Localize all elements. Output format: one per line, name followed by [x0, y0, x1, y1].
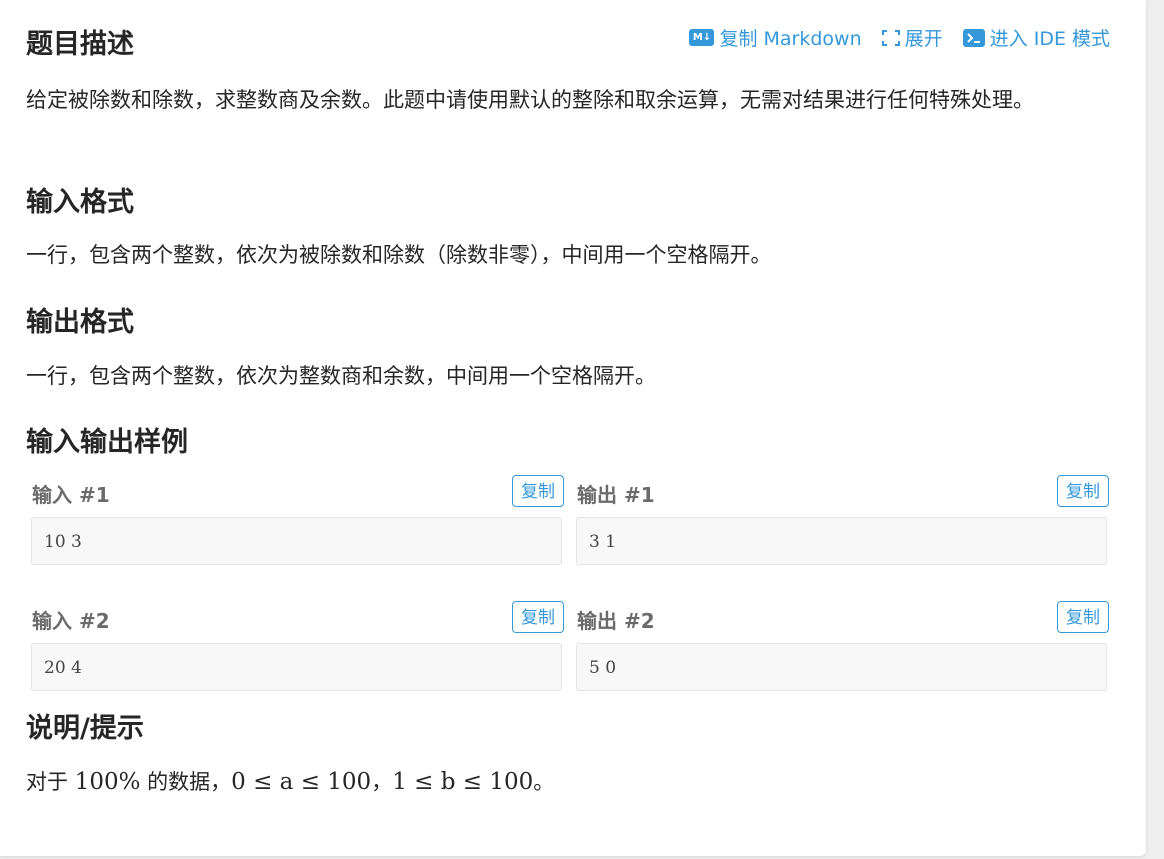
problem-toolbar: M↓ 复制 Markdown 展开 进入 IDE 模式 [689, 24, 1110, 51]
terminal-icon [962, 28, 985, 47]
description-text: 给定被除数和除数，求整数商及余数。此题中请使用默认的整除和取余运算，无需对结果进… [26, 88, 1034, 112]
hint-mid: 的数据， [147, 770, 232, 794]
hint-percent: 100% [74, 769, 141, 795]
hint-prefix: 对于 [26, 770, 68, 794]
hint-title: 说明/提示 [26, 713, 144, 744]
sample-output-value[interactable]: 5 0 [576, 643, 1107, 691]
problem-card: 题目描述 M↓ 复制 Markdown 展开 进入 IDE 模式 给定被除数和除… [0, 0, 1146, 856]
copy-output-2-button[interactable]: 复制 [1057, 601, 1109, 633]
copy-input-2-button[interactable]: 复制 [512, 601, 564, 633]
sample-input-label: 输入 #1 [32, 483, 110, 507]
output-format-title: 输出格式 [26, 307, 134, 338]
hint-condition-a: 0 ≤ a ≤ 100 [231, 769, 372, 795]
copy-output-1-button[interactable]: 复制 [1057, 475, 1109, 507]
copy-markdown-button[interactable]: M↓ 复制 Markdown [689, 24, 862, 51]
samples-title: 输入输出样例 [26, 427, 188, 458]
input-format-title: 输入格式 [26, 187, 134, 218]
sample-output-label: 输出 #1 [577, 483, 655, 507]
hint-condition-b: 1 ≤ b ≤ 100 [392, 769, 534, 795]
ide-mode-label: 进入 IDE 模式 [989, 28, 1110, 50]
description-title: 题目描述 [26, 29, 134, 60]
sample-output-label: 输出 #2 [577, 609, 655, 633]
ide-mode-button[interactable]: 进入 IDE 模式 [962, 24, 1110, 51]
sample-input-2: 输入 #2 复制 20 4 [31, 601, 564, 691]
expand-label: 展开 [904, 28, 943, 50]
input-format-text: 一行，包含两个整数，依次为被除数和除数（除数非零），中间用一个空格隔开。 [26, 243, 772, 267]
sample-input-1: 输入 #1 复制 10 3 [31, 475, 564, 565]
sample-input-value[interactable]: 10 3 [31, 517, 562, 565]
expand-button[interactable]: 展开 [881, 24, 943, 51]
sample-input-label: 输入 #2 [32, 609, 110, 633]
copy-input-1-button[interactable]: 复制 [512, 475, 564, 507]
hint-separator: ， [371, 770, 393, 794]
sample-output-value[interactable]: 3 1 [576, 517, 1107, 565]
copy-markdown-label: 复制 Markdown [719, 28, 862, 50]
expand-icon [881, 29, 900, 46]
markdown-icon: M↓ [689, 29, 715, 46]
sample-output-1: 输出 #1 复制 3 1 [576, 475, 1109, 565]
sample-input-value[interactable]: 20 4 [31, 643, 562, 691]
output-format-text: 一行，包含两个整数，依次为整数商和余数，中间用一个空格隔开。 [26, 364, 656, 388]
hint-end: 。 [533, 770, 555, 794]
hint-text: 对于 100% 的数据，0 ≤ a ≤ 100，1 ≤ b ≤ 100。 [26, 765, 1110, 800]
sample-output-2: 输出 #2 复制 5 0 [576, 601, 1109, 691]
